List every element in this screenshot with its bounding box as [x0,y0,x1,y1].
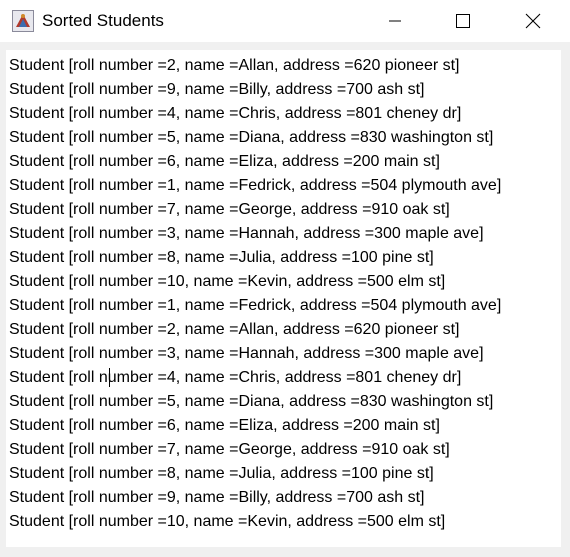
student-line: Student [roll number =5, name =Diana, ad… [9,129,494,146]
student-line: Student [roll number =6, name =Eliza, ad… [9,417,440,434]
maximize-icon [456,14,470,28]
text-caret [109,368,110,387]
student-line: Student [roll number =9, name =Billy, ad… [9,489,425,506]
student-line: Student [roll number =2, name =Allan, ad… [9,57,460,74]
student-line: Student [roll number =10, name =Kevin, a… [9,273,446,290]
maximize-button[interactable] [428,0,498,42]
student-line: Student [roll number =6, name =Eliza, ad… [9,153,440,170]
student-line: Student [roll number =2, name =Allan, ad… [9,321,460,338]
title-bar[interactable]: Sorted Students [0,0,570,42]
student-line: Student [roll number =7, name =George, a… [9,441,450,458]
student-line: Student [roll number =4, name =Chris, ad… [9,105,462,122]
student-line: Student [roll number =5, name =Diana, ad… [9,393,494,410]
student-line: Student [roll number =10, name =Kevin, a… [9,513,446,530]
student-line: Student [roll number =9, name =Billy, ad… [9,81,425,98]
minimize-button[interactable] [360,0,430,42]
student-line: Student [roll number =1, name =Fedrick, … [9,297,502,314]
minimize-icon [389,20,401,22]
student-line: Student [roll number =1, name =Fedrick, … [9,177,502,194]
java-icon [12,10,34,32]
content-pane: Student [roll number =2, name =Allan, ad… [2,42,568,555]
student-line: Student [roll number =3, name =Hannah, a… [9,225,484,242]
sorted-students-window: Sorted Students Student [roll number =2,… [0,0,570,557]
close-button[interactable] [498,0,568,42]
student-line: Student [roll number =8, name =Julia, ad… [9,465,434,482]
students-text-area[interactable]: Student [roll number =2, name =Allan, ad… [6,50,561,547]
student-line: Student [roll number =8, name =Julia, ad… [9,249,434,266]
window-title: Sorted Students [42,11,164,30]
student-line: Student [roll number =3, name =Hannah, a… [9,345,484,362]
student-line: Student [roll number =4, name =Chris, ad… [9,369,462,386]
close-icon [525,13,541,29]
student-line: Student [roll number =7, name =George, a… [9,201,450,218]
